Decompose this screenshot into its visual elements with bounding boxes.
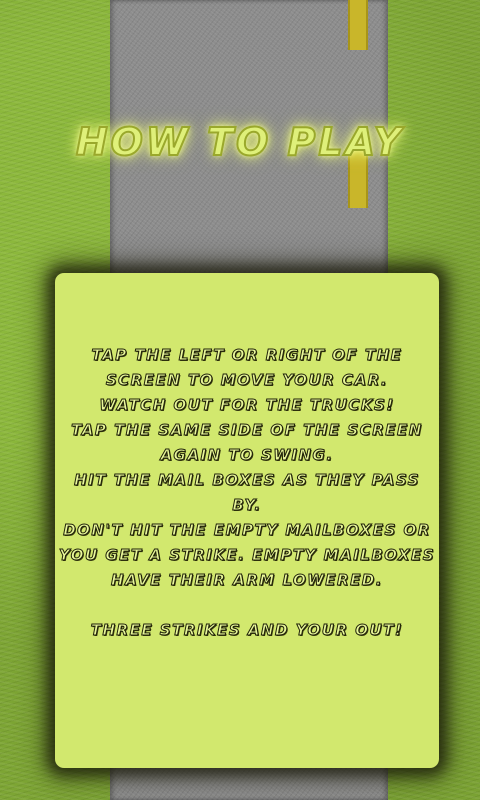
- instruction-line: HAVE THEIR ARM LOWERED.: [111, 571, 383, 590]
- instruction-line-strikes: THREE STRIKES AND YOUR OUT!: [90, 621, 404, 640]
- instruction-line: SCREEN TO MOVE YOUR CAR.: [105, 371, 389, 390]
- instruction-line: YOU GET A STRIKE. EMPTY MAILBOXES: [58, 546, 436, 565]
- lane-line: [348, 0, 368, 50]
- instruction-line: HIT THE MAIL BOXES AS THEY PASS: [74, 471, 420, 490]
- instruction-line: TAP THE LEFT OR RIGHT OF THE: [91, 346, 403, 365]
- instructions-panel: TAP THE LEFT OR RIGHT OF THE SCREEN TO M…: [55, 273, 439, 768]
- instruction-line: DON'T HIT THE EMPTY MAILBOXES OR: [63, 521, 431, 540]
- instruction-line: WATCH OUT FOR THE TRUCKS!: [99, 396, 395, 415]
- instruction-line: TAP THE SAME SIDE OF THE SCREEN: [71, 421, 423, 440]
- instruction-line: AGAIN TO SWING.: [160, 446, 334, 465]
- instruction-line: BY.: [232, 496, 262, 515]
- instructions-text: TAP THE LEFT OR RIGHT OF THE SCREEN TO M…: [55, 343, 439, 643]
- screen-title: HOW TO PLAY: [75, 119, 405, 165]
